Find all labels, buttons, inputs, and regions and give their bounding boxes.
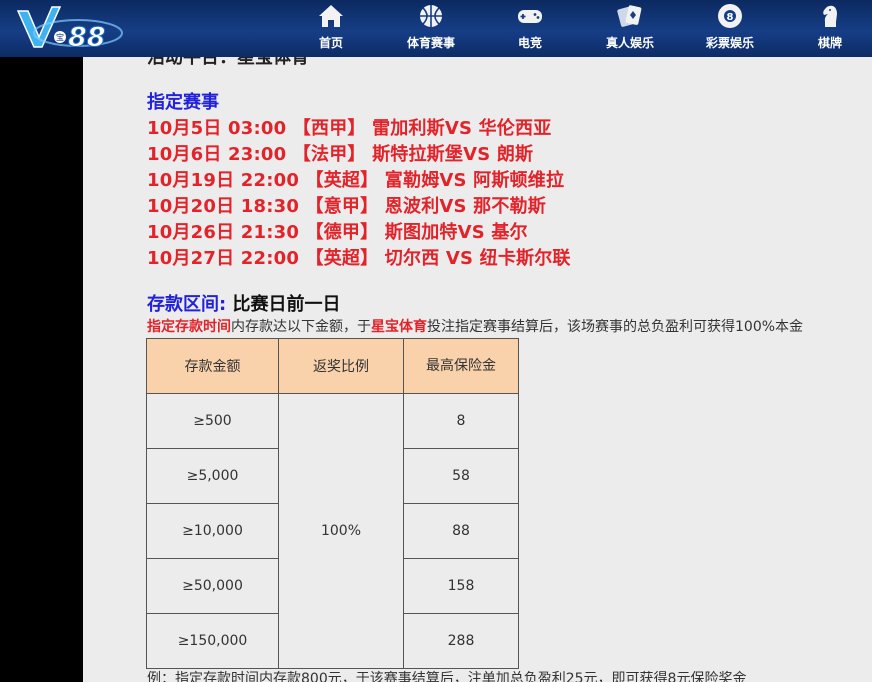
svg-text:88: 88 [68, 22, 106, 53]
cell-bonus: 88 [403, 503, 519, 559]
cards-icon [617, 5, 642, 27]
match-item: 10月19日 22:00 【英超】 富勒姆VS 阿斯顿维拉 [147, 170, 565, 191]
match-item: 10月20日 18:30 【意甲】 恩波利VS 那不勒斯 [147, 196, 546, 217]
promo-content: 活动平台：星宝体育 指定赛事 10月5日 03:00 【西甲】 雷加利斯VS 华… [83, 57, 872, 682]
cell-bonus: 288 [403, 613, 519, 669]
match-item: 10月27日 22:00 【英超】 切尔西 VS 纽卡斯尔联 [147, 248, 571, 269]
nav-lottery-label: 彩票娱乐 [705, 36, 754, 50]
nav-esports[interactable]: 电竞 [485, 0, 575, 56]
nav-home-label: 首页 [318, 36, 343, 50]
nav-chess-cards-label: 棋牌 [817, 36, 842, 50]
basketball-icon [420, 5, 442, 27]
top-nav-bar: 宝 88 首页 体育赛事 电竞 真人娱乐 8 彩票娱乐 棋牌 [0, 0, 872, 58]
nav-lottery[interactable]: 8 彩票娱乐 [685, 0, 775, 56]
desc-highlight-time: 指定存款时间 [147, 319, 231, 335]
cell-bonus: 8 [403, 393, 519, 449]
cell-amount: ≥150,000 [146, 613, 279, 669]
nav-chess-cards[interactable]: 棋牌 [785, 0, 872, 56]
cell-amount: ≥50,000 [146, 558, 279, 614]
site-logo[interactable]: 宝 88 [12, 3, 124, 55]
deposit-description: 指定存款时间内存款达以下金额，于星宝体育投注指定赛事结算后，该场赛事的总负盈利可… [147, 316, 803, 336]
cell-ratio: 100% [278, 393, 404, 669]
desc-text: 内存款达以下金额，于 [231, 319, 371, 335]
gamepad-icon [518, 10, 542, 23]
nav-home[interactable]: 首页 [286, 0, 376, 56]
table-header-row: 存款金额 返奖比例 最高保险金 [146, 338, 519, 394]
home-icon [319, 5, 343, 27]
lottery-ball-icon: 8 [718, 4, 742, 28]
designated-events-title: 指定赛事 [147, 92, 219, 113]
nav-live-casino-label: 真人娱乐 [605, 36, 654, 50]
nav-sports-label: 体育赛事 [406, 36, 455, 50]
col-header-amount: 存款金额 [146, 338, 279, 394]
desc-text: 投注指定赛事结算后，该场赛事的总负盈利可获得100%本金 [427, 319, 804, 335]
deposit-range: 存款区间: 比赛日前一日 [147, 290, 340, 316]
platform-line: 活动平台：星宝体育 [147, 57, 309, 68]
match-item: 10月5日 03:00 【西甲】 雷加利斯VS 华伦西亚 [147, 118, 552, 139]
cell-amount: ≥5,000 [146, 448, 279, 504]
deposit-range-value: 比赛日前一日 [232, 294, 341, 315]
cell-bonus: 58 [403, 448, 519, 504]
col-header-ratio: 返奖比例 [278, 338, 404, 394]
example-note: 例：指定存款时间内存款800元，于该赛事结算后，注单加总负盈利25元，即可获得8… [147, 671, 747, 682]
col-header-max-insurance: 最高保险金 [403, 338, 519, 394]
deposit-range-label: 存款区间: [147, 294, 227, 315]
svg-text:宝: 宝 [56, 32, 64, 42]
match-item: 10月6日 23:00 【法甲】 斯特拉斯堡VS 朗斯 [147, 144, 534, 165]
chess-knight-icon [823, 5, 837, 28]
match-item: 10月26日 21:30 【德甲】 斯图加特VS 基尔 [147, 222, 528, 243]
desc-highlight-brand: 星宝体育 [371, 319, 427, 335]
table-row: ≥500 100% 8 [146, 393, 519, 669]
left-gutter [0, 57, 83, 682]
nav-live-casino[interactable]: 真人娱乐 [585, 0, 675, 56]
cell-amount: ≥500 [146, 393, 279, 449]
nav-sports[interactable]: 体育赛事 [386, 0, 476, 56]
nav-esports-label: 电竞 [517, 36, 542, 50]
cell-amount: ≥10,000 [146, 503, 279, 559]
cell-bonus: 158 [403, 558, 519, 614]
svg-text:8: 8 [727, 12, 734, 23]
deposit-table: 存款金额 返奖比例 最高保险金 ≥500 100% 8 ≥5,000 58 ≥1… [146, 338, 519, 669]
